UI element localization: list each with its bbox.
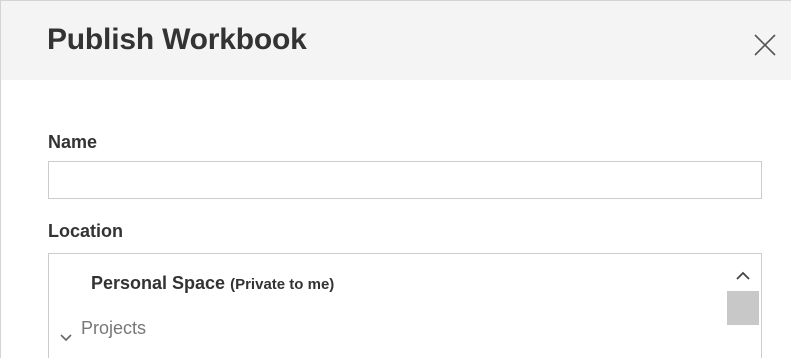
personal-space-label: Personal Space [91,273,226,293]
projects-label: Projects [81,318,147,338]
dialog-title: Publish Workbook [47,23,307,56]
close-icon [754,34,776,56]
scrollbar-thumb[interactable] [727,291,759,325]
location-list[interactable]: Personal Space (Private to me) Projects [48,253,762,358]
scroll-up-button[interactable] [726,264,760,288]
personal-space-sublabel: (Private to me) [230,276,335,293]
chevron-down-icon[interactable] [59,320,73,342]
chevron-up-icon [736,271,750,280]
dialog-header: Publish Workbook [1,0,791,80]
location-label: Location [48,221,123,241]
name-input[interactable] [48,161,762,199]
name-label: Name [48,132,98,152]
list-item-projects[interactable]: Projects [59,310,146,346]
close-button[interactable] [751,31,779,59]
list-item-personal-space[interactable]: Personal Space (Private to me) [91,265,334,301]
publish-workbook-dialog: Publish Workbook Name Location Personal … [0,0,791,358]
